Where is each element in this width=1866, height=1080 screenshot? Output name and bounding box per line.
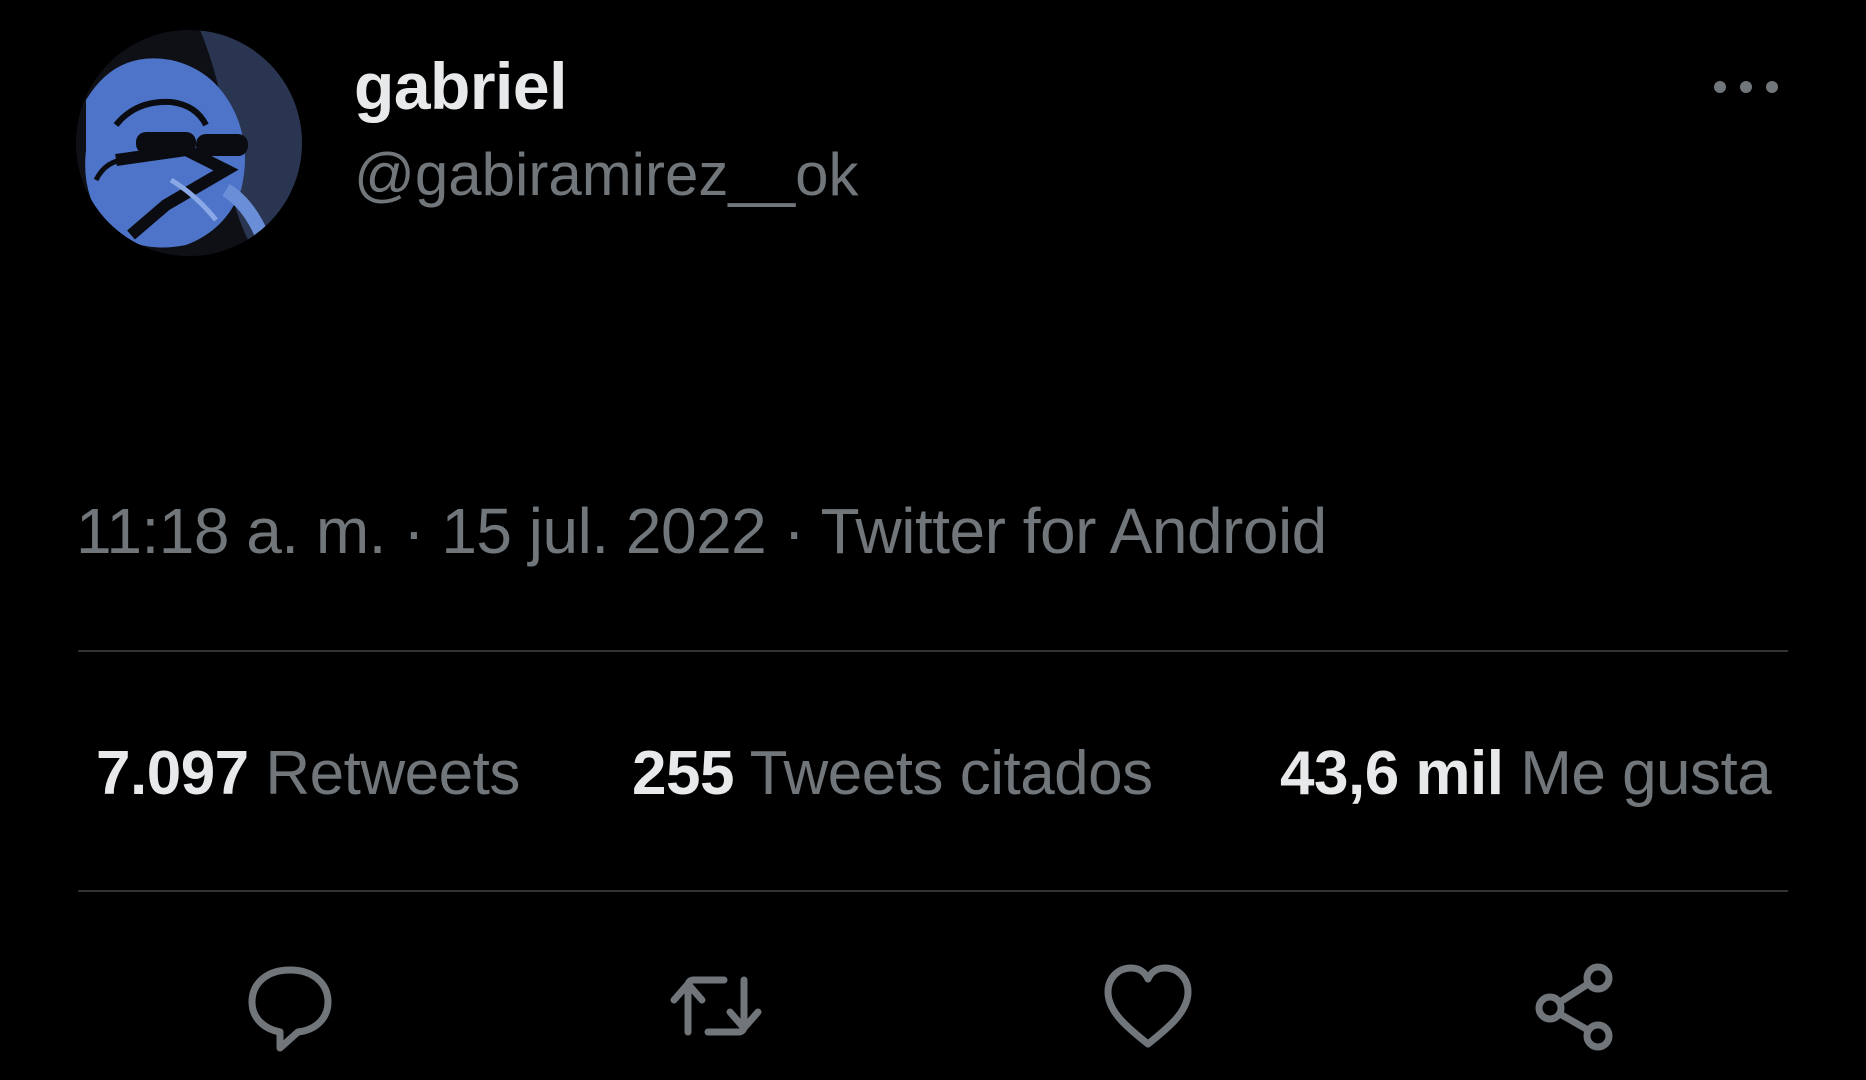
divider — [78, 650, 1788, 652]
retweets-count: 7.097 — [96, 739, 249, 808]
reply-bubble-icon — [248, 966, 332, 1052]
meta-separator: · — [783, 495, 805, 567]
share-button[interactable] — [1526, 956, 1626, 1056]
more-horizontal-icon[interactable] — [1708, 72, 1784, 102]
quote-tweets-stat[interactable]: 255 Tweets citados — [632, 738, 1153, 809]
meta-separator: · — [403, 495, 425, 567]
author-display-name[interactable]: gabriel — [354, 48, 567, 124]
retweet-button[interactable] — [666, 956, 766, 1056]
quote-tweets-label: Tweets citados — [749, 739, 1154, 808]
retweets-stat[interactable]: 7.097 Retweets — [96, 738, 520, 809]
avatar[interactable] — [76, 30, 302, 256]
share-icon — [1535, 963, 1613, 1051]
tweet-meta: 11:18 a. m. · 15 jul. 2022 · Twitter for… — [76, 494, 1327, 568]
divider — [78, 890, 1788, 892]
tweet-source[interactable]: Twitter for Android — [820, 495, 1327, 567]
tweet-date[interactable]: 15 jul. 2022 — [441, 495, 766, 567]
likes-label: Me gusta — [1520, 739, 1772, 808]
reply-button[interactable] — [240, 956, 340, 1056]
avatar-image — [76, 30, 302, 256]
like-button[interactable] — [1098, 956, 1198, 1056]
likes-count: 43,6 mil — [1280, 739, 1504, 808]
quote-tweets-count: 255 — [632, 739, 734, 808]
likes-stat[interactable]: 43,6 mil Me gusta — [1280, 738, 1772, 809]
author-handle[interactable]: @gabiramirez__ok — [354, 140, 858, 209]
heart-icon — [1104, 964, 1192, 1048]
tweet-time[interactable]: 11:18 a. m. — [76, 495, 386, 567]
retweet-icon — [670, 976, 762, 1036]
retweets-label: Retweets — [265, 739, 520, 808]
